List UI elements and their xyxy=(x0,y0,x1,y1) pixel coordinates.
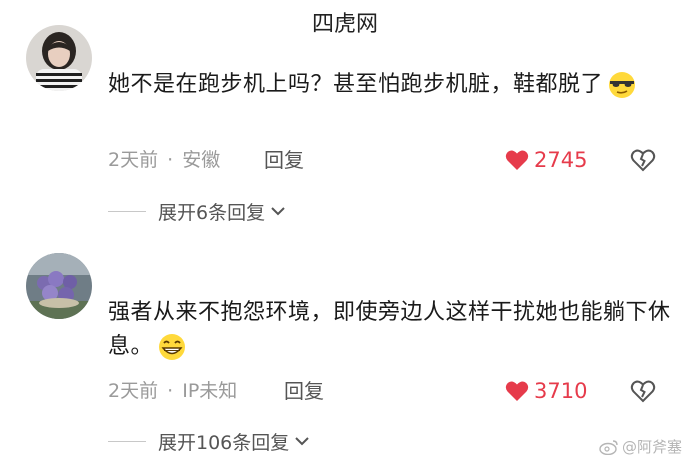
heart-icon xyxy=(505,381,529,401)
comment-time: 2天前 xyxy=(108,380,159,402)
expand-replies[interactable]: 展开106条回复 xyxy=(108,428,311,454)
expand-replies[interactable]: 展开6条回复 xyxy=(108,198,287,224)
source-watermark-text: @阿斧塞 xyxy=(621,438,682,456)
broken-heart-icon xyxy=(630,149,656,172)
reply-button[interactable]: 回复 xyxy=(264,147,304,173)
meta-separator: · xyxy=(167,149,174,171)
site-watermark: 四虎网 xyxy=(311,12,378,37)
sunglasses-emoji-icon xyxy=(605,70,639,100)
meta-separator: · xyxy=(167,380,174,402)
avatar[interactable] xyxy=(26,25,92,91)
source-watermark: @阿斧塞 xyxy=(599,436,682,457)
comment-location: IP未知 xyxy=(182,380,238,402)
broken-heart-icon xyxy=(630,380,656,403)
reply-button[interactable]: 回复 xyxy=(284,378,324,404)
divider-line xyxy=(108,440,146,442)
expand-replies-label: 展开6条回复 xyxy=(158,201,266,224)
heart-icon xyxy=(505,150,529,170)
divider-line xyxy=(108,210,146,212)
comment-time: 2天前 xyxy=(108,149,159,171)
comment-text: 她不是在跑步机上吗？甚至怕跑步机脏，鞋都脱了 xyxy=(108,68,673,102)
like-count: 3710 xyxy=(534,379,588,403)
chevron-down-icon xyxy=(271,207,285,216)
chevron-down-icon xyxy=(295,437,309,446)
expand-replies-label: 展开106条回复 xyxy=(158,431,290,454)
dislike-button[interactable] xyxy=(630,147,656,173)
weibo-logo-icon xyxy=(599,439,618,455)
comment-location: 安徽 xyxy=(182,149,221,171)
avatar-image xyxy=(26,25,92,91)
comment-body: 她不是在跑步机上吗？甚至怕跑步机脏，鞋都脱了 xyxy=(108,72,604,97)
like-button[interactable]: 3710 xyxy=(505,378,587,404)
comment-body: 强者从来不抱怨环境，即使旁边人这样干扰她也能躺下休息。 xyxy=(108,300,671,359)
grin-emoji-icon xyxy=(155,332,189,362)
comment-meta: 2天前 · IP未知 xyxy=(108,378,237,404)
like-button[interactable]: 2745 xyxy=(505,147,587,173)
comment-meta: 2天前 · 安徽 xyxy=(108,147,220,173)
avatar[interactable] xyxy=(26,253,92,319)
comment-text: 强者从来不抱怨环境，即使旁边人这样干扰她也能躺下休息。 xyxy=(108,296,673,364)
avatar-image xyxy=(26,253,92,319)
like-count: 2745 xyxy=(534,148,588,172)
dislike-button[interactable] xyxy=(630,378,656,404)
